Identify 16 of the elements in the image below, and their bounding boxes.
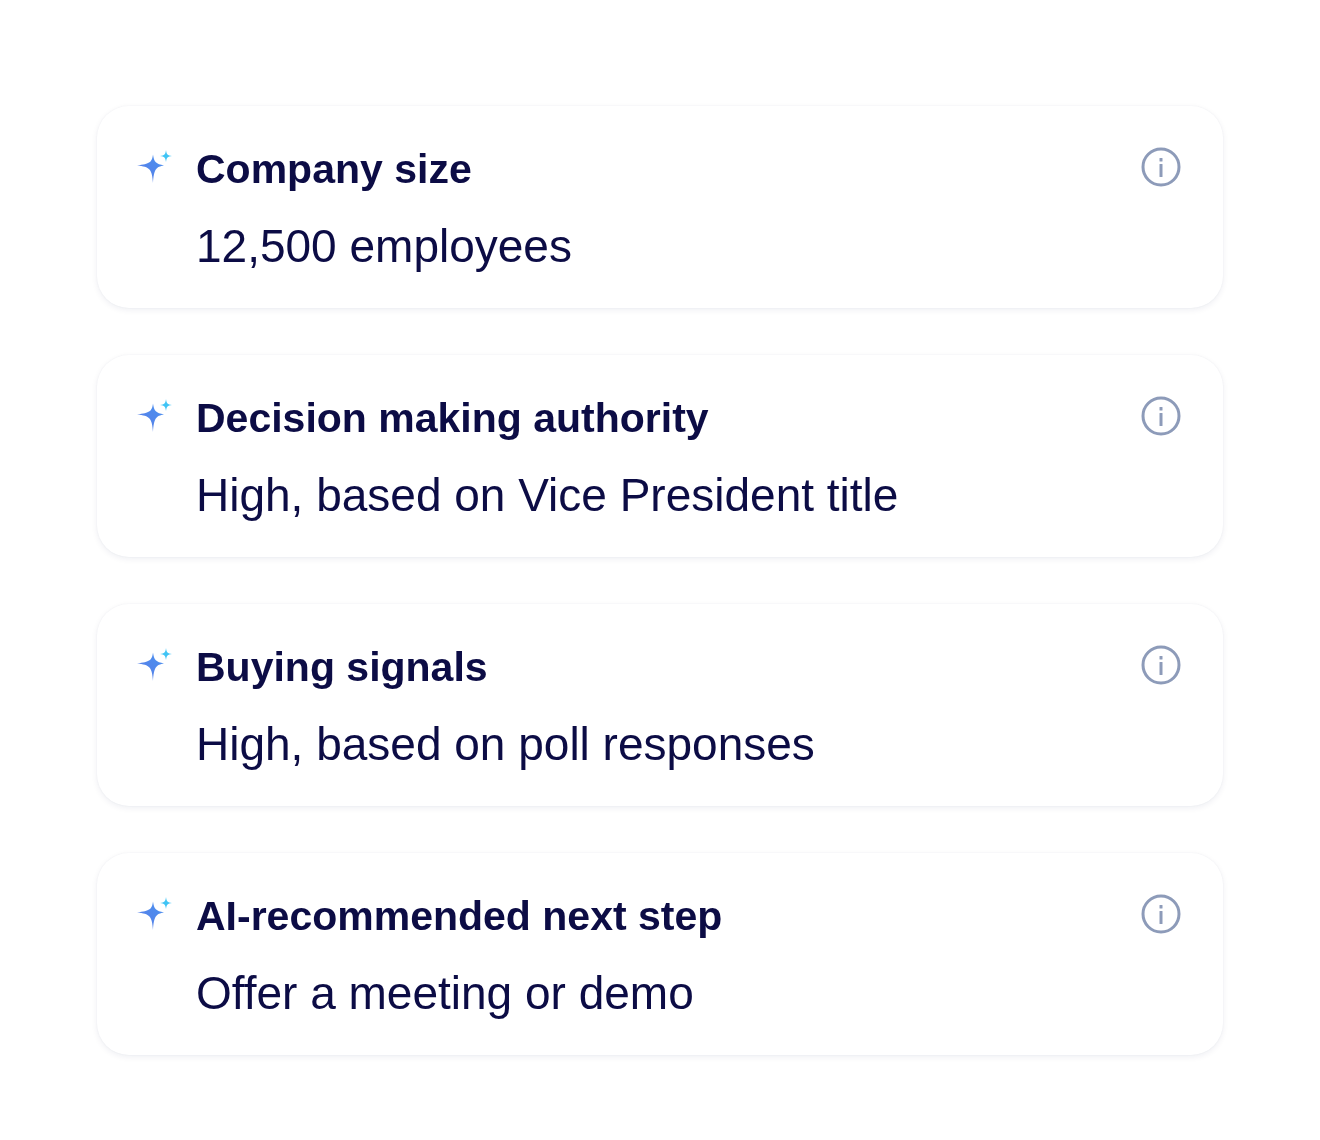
card-value: High, based on Vice President title <box>196 468 900 522</box>
info-button[interactable] <box>1141 645 1181 685</box>
card-title: Company size <box>196 145 473 193</box>
card-title: Decision making authority <box>196 394 710 442</box>
info-icon <box>1141 147 1181 187</box>
info-icon <box>1141 645 1181 685</box>
info-button[interactable] <box>1141 894 1181 934</box>
info-icon <box>1141 396 1181 436</box>
info-button[interactable] <box>1141 396 1181 436</box>
card-value: 12,500 employees <box>196 219 573 273</box>
card-value: High, based on poll responses <box>196 717 816 771</box>
info-icon <box>1141 894 1181 934</box>
info-button[interactable] <box>1141 147 1181 187</box>
card-value: Offer a meeting or demo <box>196 966 695 1020</box>
card-title: AI-recommended next step <box>196 892 724 940</box>
card-title: Buying signals <box>196 643 489 691</box>
